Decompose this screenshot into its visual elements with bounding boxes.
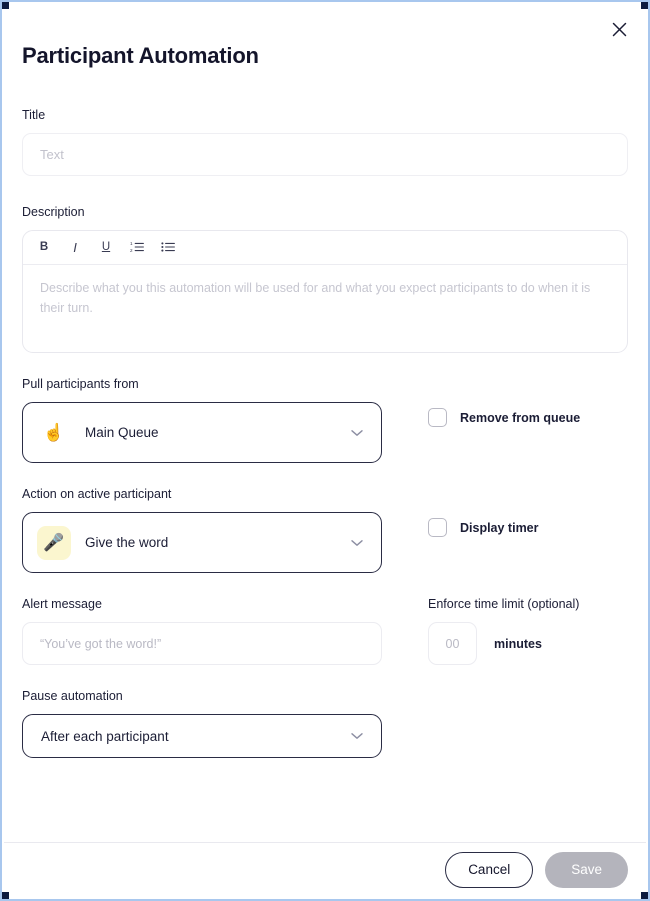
chevron-down-icon bbox=[351, 539, 363, 547]
description-field-group: Description B I U 1 2 Describe what you … bbox=[22, 205, 628, 354]
chevron-down-icon bbox=[351, 732, 363, 740]
selection-handle-bottom-left bbox=[2, 892, 9, 899]
screenshot-frame: Participant Automation Title Description… bbox=[0, 0, 650, 901]
svg-text:2: 2 bbox=[130, 248, 133, 253]
display-timer-group: Display timer bbox=[382, 487, 628, 558]
description-editor[interactable]: B I U 1 2 Describe what you this automat… bbox=[22, 230, 628, 354]
bold-button[interactable]: B bbox=[31, 236, 57, 260]
pull-participants-row: Pull participants from ☝ Main Queue Remo… bbox=[22, 377, 628, 464]
ordered-list-button[interactable]: 1 2 bbox=[124, 236, 150, 260]
pause-automation-label: Pause automation bbox=[22, 689, 123, 704]
display-timer-row[interactable]: Display timer bbox=[428, 497, 628, 558]
display-timer-checkbox[interactable] bbox=[428, 518, 447, 538]
remove-from-queue-label: Remove from queue bbox=[460, 410, 581, 425]
action-label: Action on active participant bbox=[22, 487, 172, 502]
alert-message-group: Alert message bbox=[22, 597, 382, 666]
pause-automation-value: After each participant bbox=[41, 728, 169, 744]
title-field-group: Title bbox=[22, 108, 628, 177]
pause-automation-group: Pause automation After each participant bbox=[22, 689, 628, 759]
time-limit-group: Enforce time limit (optional) minutes bbox=[382, 597, 628, 666]
save-button[interactable]: Save bbox=[545, 852, 628, 888]
time-limit-input[interactable] bbox=[428, 622, 477, 666]
editor-toolbar: B I U 1 2 bbox=[23, 231, 627, 266]
raised-hand-icon: ☝ bbox=[43, 423, 65, 443]
pause-automation-select[interactable]: After each participant bbox=[22, 714, 382, 759]
chevron-down-icon bbox=[351, 429, 363, 437]
description-placeholder[interactable]: Describe what you this automation will b… bbox=[23, 265, 627, 352]
selection-handle-bottom-right bbox=[641, 892, 648, 899]
time-limit-label: Enforce time limit (optional) bbox=[428, 597, 580, 612]
minutes-unit-label: minutes bbox=[494, 636, 542, 651]
action-row: Action on active participant 🎤 Give the … bbox=[22, 487, 628, 574]
close-button[interactable] bbox=[606, 18, 632, 44]
alert-message-input[interactable] bbox=[22, 622, 382, 666]
italic-button[interactable]: I bbox=[62, 236, 88, 260]
title-input[interactable] bbox=[22, 133, 628, 177]
action-value: Give the word bbox=[85, 535, 169, 551]
modal-footer: Cancel Save bbox=[4, 842, 646, 897]
modal-body: Participant Automation Title Description… bbox=[4, 4, 646, 842]
page-title: Participant Automation bbox=[22, 43, 259, 68]
action-group: Action on active participant 🎤 Give the … bbox=[22, 487, 382, 574]
participant-automation-modal: Participant Automation Title Description… bbox=[4, 4, 646, 897]
pull-participants-select[interactable]: ☝ Main Queue bbox=[22, 402, 382, 464]
pull-participants-value: Main Queue bbox=[85, 425, 159, 441]
close-icon bbox=[612, 22, 627, 40]
ordered-list-icon: 1 2 bbox=[130, 240, 144, 256]
remove-from-queue-group: Remove from queue bbox=[382, 377, 628, 448]
description-label: Description bbox=[22, 205, 85, 220]
title-label: Title bbox=[22, 108, 46, 123]
pull-participants-label: Pull participants from bbox=[22, 377, 139, 392]
selection-handle-top-left bbox=[2, 2, 9, 9]
display-timer-label: Display timer bbox=[460, 520, 539, 535]
svg-text:1: 1 bbox=[130, 241, 133, 246]
microphone-icon: 🎤 bbox=[37, 525, 71, 560]
remove-from-queue-row[interactable]: Remove from queue bbox=[428, 387, 628, 448]
remove-from-queue-checkbox[interactable] bbox=[428, 408, 447, 428]
action-select[interactable]: 🎤 Give the word bbox=[22, 512, 382, 574]
time-limit-row: minutes bbox=[428, 622, 628, 666]
alert-message-label: Alert message bbox=[22, 597, 102, 612]
bullet-list-icon bbox=[161, 240, 175, 256]
unordered-list-button[interactable] bbox=[155, 236, 181, 260]
underline-button[interactable]: U bbox=[93, 236, 119, 260]
alert-time-row: Alert message Enforce time limit (option… bbox=[22, 597, 628, 666]
selection-handle-top-right bbox=[641, 2, 648, 9]
cancel-button[interactable]: Cancel bbox=[445, 852, 534, 888]
pull-participants-group: Pull participants from ☝ Main Queue bbox=[22, 377, 382, 464]
